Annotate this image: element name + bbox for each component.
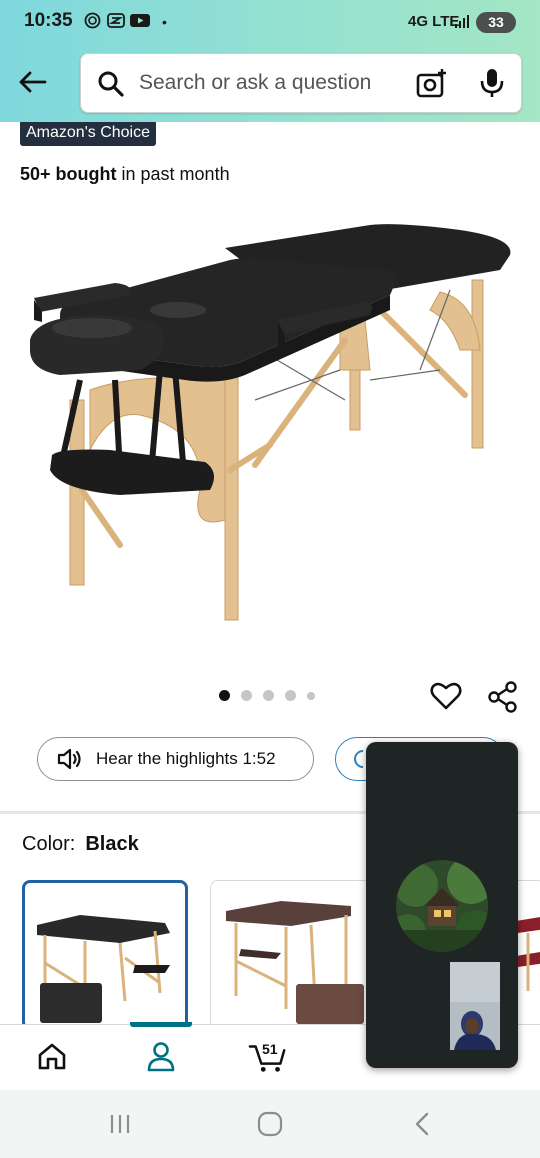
- status-bar: 10:35 • 4G LTE 33: [0, 0, 540, 44]
- back-nav-button[interactable]: [404, 1108, 440, 1140]
- carousel-dot[interactable]: [241, 690, 252, 701]
- app-notification-icon: [107, 12, 125, 29]
- color-swatch-black[interactable]: [22, 880, 188, 1030]
- color-label: Color:: [22, 833, 76, 855]
- share-button[interactable]: [486, 680, 520, 719]
- active-tab-indicator: [130, 1022, 192, 1027]
- color-selector-label: Color: Black: [22, 833, 139, 856]
- heart-icon: [430, 682, 462, 710]
- battery-indicator: 33: [476, 12, 516, 33]
- carousel-dot[interactable]: [307, 691, 315, 700]
- image-carousel-dots[interactable]: [219, 690, 315, 701]
- chevron-left-icon: [415, 1112, 429, 1136]
- back-button[interactable]: [12, 62, 52, 102]
- hear-highlights-label: Hear the highlights 1:52: [96, 749, 276, 768]
- fingerprint-icon: [84, 12, 101, 29]
- search-input[interactable]: [139, 68, 399, 98]
- notification-icons: [84, 12, 150, 29]
- add-to-list-button[interactable]: [430, 680, 462, 717]
- carousel-dot[interactable]: [263, 690, 274, 701]
- tab-home[interactable]: [32, 1036, 72, 1076]
- share-icon: [488, 681, 517, 713]
- speaker-icon: [57, 748, 81, 770]
- amazons-choice-badge[interactable]: Amazon's Choice: [20, 122, 156, 146]
- status-dot: •: [162, 14, 167, 30]
- purchase-count-bold: 50+ bought: [20, 164, 117, 184]
- home-icon: [38, 1043, 66, 1070]
- home-nav-button[interactable]: [252, 1108, 288, 1140]
- recent-apps-icon: [110, 1115, 130, 1133]
- product-image[interactable]: [20, 200, 520, 670]
- network-label: 4G LTE: [408, 13, 460, 30]
- self-camera-preview: [450, 962, 500, 1050]
- search-bar[interactable]: [80, 53, 522, 113]
- person-icon: [147, 1042, 175, 1072]
- caller-avatar: [396, 860, 488, 952]
- carousel-dot[interactable]: [285, 690, 296, 701]
- signal-icon: [454, 13, 470, 34]
- color-value: Black: [85, 833, 139, 855]
- tab-account[interactable]: [141, 1036, 181, 1076]
- microphone-icon[interactable]: [479, 67, 505, 104]
- recent-apps-button[interactable]: [102, 1108, 138, 1140]
- search-icon: [97, 70, 125, 103]
- carousel-dot[interactable]: [219, 690, 230, 701]
- hear-highlights-button[interactable]: Hear the highlights 1:52: [37, 737, 314, 781]
- cart-count: 51: [262, 1041, 278, 1057]
- video-call-overlay[interactable]: [366, 742, 518, 1068]
- arrow-left-icon: [19, 71, 47, 93]
- purchase-count: 50+ bought in past month: [20, 164, 230, 185]
- home-circle-icon: [257, 1111, 283, 1137]
- camera-lens-icon[interactable]: [415, 68, 447, 105]
- color-swatch-brown[interactable]: [210, 880, 376, 1030]
- status-time: 10:35: [24, 10, 73, 31]
- purchase-count-rest: in past month: [116, 164, 230, 184]
- youtube-icon: [130, 12, 150, 29]
